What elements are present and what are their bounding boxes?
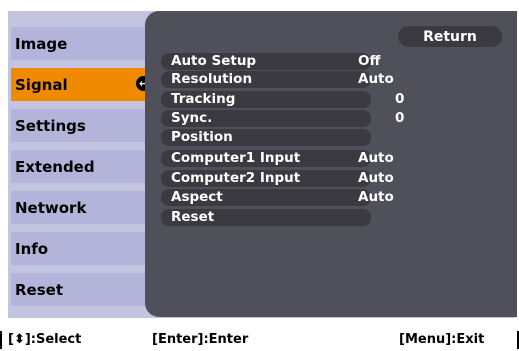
sidebar-item-label: Info xyxy=(15,239,49,258)
exit-hint: [Menu]:Exit xyxy=(399,332,485,347)
menu-row-resolution[interactable]: Resolution Auto xyxy=(161,71,394,88)
return-button[interactable]: Return xyxy=(398,26,502,47)
row-label: Resolution xyxy=(171,71,253,87)
row-value: Off xyxy=(358,53,381,69)
sidebar-item-extended[interactable]: Extended xyxy=(11,150,155,183)
row-label: Computer2 Input xyxy=(171,170,301,186)
menu-row-computer2-input[interactable]: Computer2 Input Auto xyxy=(161,170,394,187)
sidebar-item-label: Settings xyxy=(15,116,86,135)
row-label: Computer1 Input xyxy=(171,150,301,166)
row-label: Position xyxy=(171,129,233,145)
menu-row-sync[interactable]: Sync. 0 xyxy=(161,110,404,127)
sidebar-item-label: Extended xyxy=(15,157,95,176)
menu-row-computer1-input[interactable]: Computer1 Input Auto xyxy=(161,150,394,167)
row-value: Auto xyxy=(358,189,394,205)
sidebar-item-label: Reset xyxy=(15,280,63,299)
row-label: Tracking xyxy=(171,91,236,107)
sidebar-item-settings[interactable]: Settings xyxy=(11,109,155,142)
sidebar-item-label: Image xyxy=(15,34,68,53)
sidebar-item-image[interactable]: Image xyxy=(11,27,155,60)
projector-osd-menu: Image Signal ↵ Settings Extended Network… xyxy=(8,11,517,318)
row-label: Auto Setup xyxy=(171,53,257,69)
sidebar-item-info[interactable]: Info xyxy=(11,232,155,265)
sidebar-item-signal[interactable]: Signal ↵ xyxy=(11,68,155,101)
sidebar-item-label: Signal xyxy=(15,75,68,94)
enter-hint: [Enter]:Enter xyxy=(152,332,249,347)
menu-row-position[interactable]: Position xyxy=(161,129,371,146)
sidebar-item-label: Network xyxy=(15,198,87,217)
sidebar-item-reset[interactable]: Reset xyxy=(11,273,155,306)
row-value: Auto xyxy=(358,150,394,166)
row-label: Sync. xyxy=(171,110,213,126)
row-value: Auto xyxy=(358,71,394,87)
row-value: 0 xyxy=(395,110,405,126)
select-hint: [⬍]:Select xyxy=(8,332,82,347)
footer-left-bar xyxy=(0,331,2,349)
menu-row-tracking[interactable]: Tracking 0 xyxy=(161,91,404,108)
menu-row-auto-setup[interactable]: Auto Setup Off xyxy=(161,53,380,70)
signal-settings-panel: Return Auto Setup Off Resolution Auto Tr… xyxy=(145,11,517,317)
key-hint-footer: [⬍]:Select [Enter]:Enter [Menu]:Exit xyxy=(0,328,519,351)
row-value: 0 xyxy=(395,91,405,107)
menu-row-reset[interactable]: Reset xyxy=(161,209,371,226)
menu-row-aspect[interactable]: Aspect Auto xyxy=(161,189,394,206)
row-label: Reset xyxy=(171,209,215,225)
row-value: Auto xyxy=(358,170,394,186)
row-label: Aspect xyxy=(171,189,223,205)
sidebar-item-network[interactable]: Network xyxy=(11,191,155,224)
